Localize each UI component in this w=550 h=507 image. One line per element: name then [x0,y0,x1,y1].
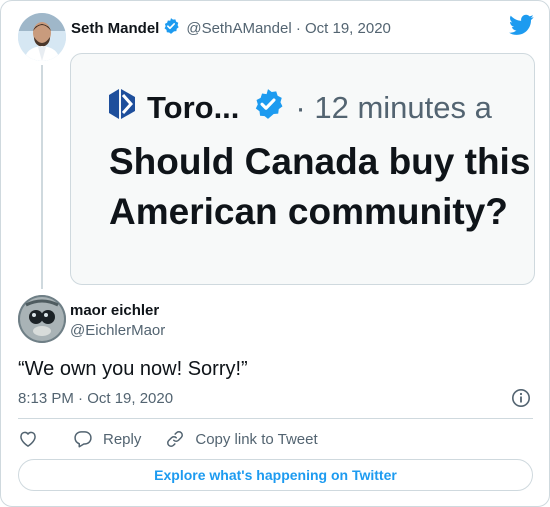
quoted-author-name[interactable]: Seth Mandel [71,20,159,37]
speech-bubble-icon [73,429,93,449]
like-button[interactable] [18,429,38,449]
quoted-author-line: Seth Mandel @SethAMandel · Oct 19, 2020 [71,17,391,39]
explore-twitter-button[interactable]: Explore what's happening on Twitter [18,459,533,491]
embedded-tweet-time: · 12 minutes a [295,90,492,125]
embedded-source-name: Toro... [147,90,240,125]
embedded-text-line-2: American community? [109,191,508,232]
embedded-tweet-screenshot: Toro... · 12 minutes a Should Canada buy… [109,87,530,237]
link-icon [165,429,185,449]
tweet-actions: Reply Copy link to Tweet [18,429,318,449]
divider [18,418,533,419]
author-avatar[interactable] [18,295,66,343]
copy-link-label: Copy link to Tweet [195,430,318,448]
reply-label: Reply [103,430,142,448]
author-name[interactable]: maor eichler [70,302,159,319]
reply-button[interactable]: Reply [73,429,141,449]
explore-label: Explore what's happening on Twitter [154,467,397,483]
heart-icon [18,429,38,449]
dot-separator: · [295,19,305,37]
verified-badge-icon [162,17,180,39]
quoted-author-handle[interactable]: @SethAMandel [186,20,291,37]
tweet-embed-card: Seth Mandel @SethAMandel · Oct 19, 2020 [0,0,550,507]
author-handle[interactable]: @EichlerMaor [70,322,165,339]
thread-connector-line [41,65,43,289]
tweet-timestamp[interactable]: 8:13 PM · Oct 19, 2020 [18,390,173,407]
info-circle-icon[interactable] [511,388,531,408]
quoted-tweet-image[interactable]: Toro... · 12 minutes a Should Canada buy… [70,53,535,285]
quoted-tweet-date[interactable]: Oct 19, 2020 [305,20,391,37]
toronto-logo-icon [109,89,135,127]
twitter-bird-icon[interactable] [509,14,534,36]
embedded-tweet-header: Toro... · 12 minutes a [109,87,530,129]
copy-link-button[interactable]: Copy link to Tweet [165,429,318,449]
tweet-text: “We own you now! Sorry!” [18,358,248,380]
embedded-verified-badge-icon [251,87,285,129]
quoted-author-avatar[interactable] [18,13,66,61]
embedded-tweet-text: Should Canada buy this American communit… [109,137,530,237]
embedded-text-line-1: Should Canada buy this [109,141,531,182]
